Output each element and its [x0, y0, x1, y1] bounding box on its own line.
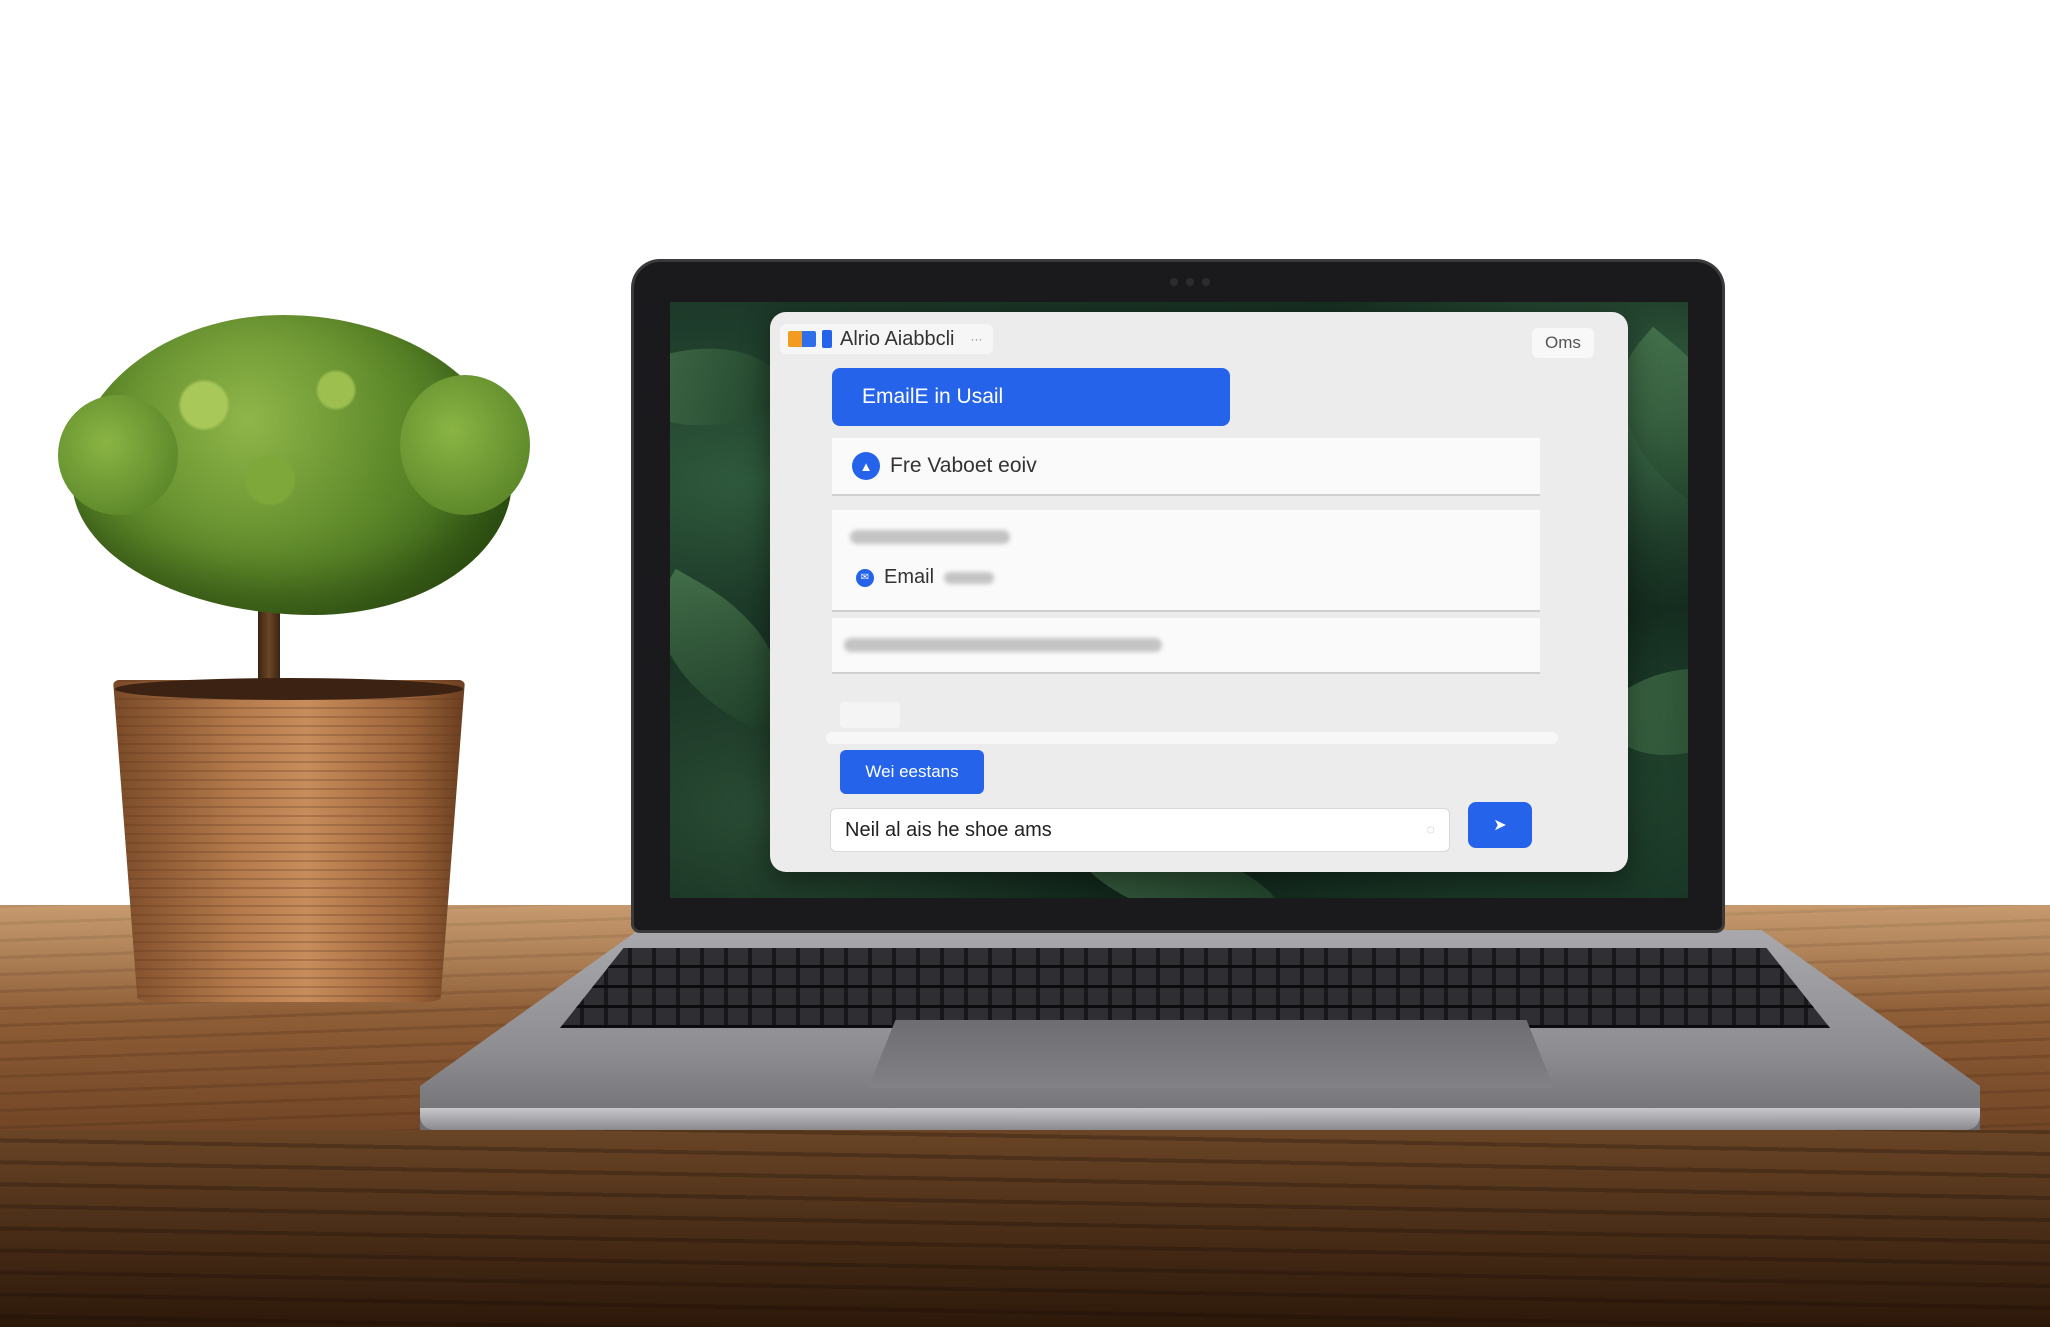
camera-dot [1186, 278, 1194, 286]
keyboard-rows [560, 948, 1830, 1028]
email-card[interactable]: ✉ Email [832, 510, 1540, 612]
user-icon: ▲ [852, 452, 880, 480]
trackpad [868, 1020, 1554, 1088]
app-window: Alrio Aiabbcli ··· Oms EmailE in Usail ▲… [770, 312, 1628, 872]
blurred-text [850, 530, 1010, 544]
plant-foliage [58, 315, 530, 615]
email-label: Email [884, 566, 935, 588]
email-primary-button[interactable]: EmailE in Usail [832, 368, 1230, 426]
pot-rim [115, 678, 463, 700]
plant-pot [113, 680, 465, 1002]
options-button[interactable]: Oms [1532, 328, 1594, 358]
section-divider [826, 732, 1558, 744]
message-input[interactable]: Neil al ais he shoe ams ◌ [830, 808, 1450, 852]
send-button[interactable]: ➤ [1468, 802, 1532, 848]
table-edge [0, 1130, 2050, 1327]
profile-row-label: Fre Vaboet eoiv [890, 454, 1037, 477]
secondary-action-button[interactable]: Wei eestans [840, 750, 984, 794]
message-input-value: Neil al ais he shoe ams [845, 818, 1052, 841]
laptop-front-edge [420, 1108, 1980, 1130]
app-logo-icon [788, 330, 832, 348]
send-icon: ➤ [1493, 817, 1507, 834]
camera-dot [1202, 278, 1210, 286]
mail-icon: ✉ [856, 568, 874, 587]
blurred-text [844, 638, 1162, 652]
title-more-icon[interactable]: ··· [971, 332, 983, 346]
camera-dot [1170, 278, 1178, 286]
laptop-lid: Alrio Aiabbcli ··· Oms EmailE in Usail ▲… [634, 262, 1722, 930]
app-title-tab[interactable]: Alrio Aiabbcli ··· [780, 324, 993, 354]
profile-row[interactable]: ▲ Fre Vaboet eoiv [832, 438, 1540, 496]
laptop-screen: Alrio Aiabbcli ··· Oms EmailE in Usail ▲… [670, 302, 1688, 898]
app-title: Alrio Aiabbcli [840, 327, 955, 350]
clear-icon[interactable]: ◌ [1427, 821, 1435, 837]
small-placeholder-box [840, 702, 900, 728]
blurred-email [944, 571, 995, 584]
details-card[interactable] [832, 618, 1540, 674]
email-row: ✉ Email [856, 566, 995, 589]
